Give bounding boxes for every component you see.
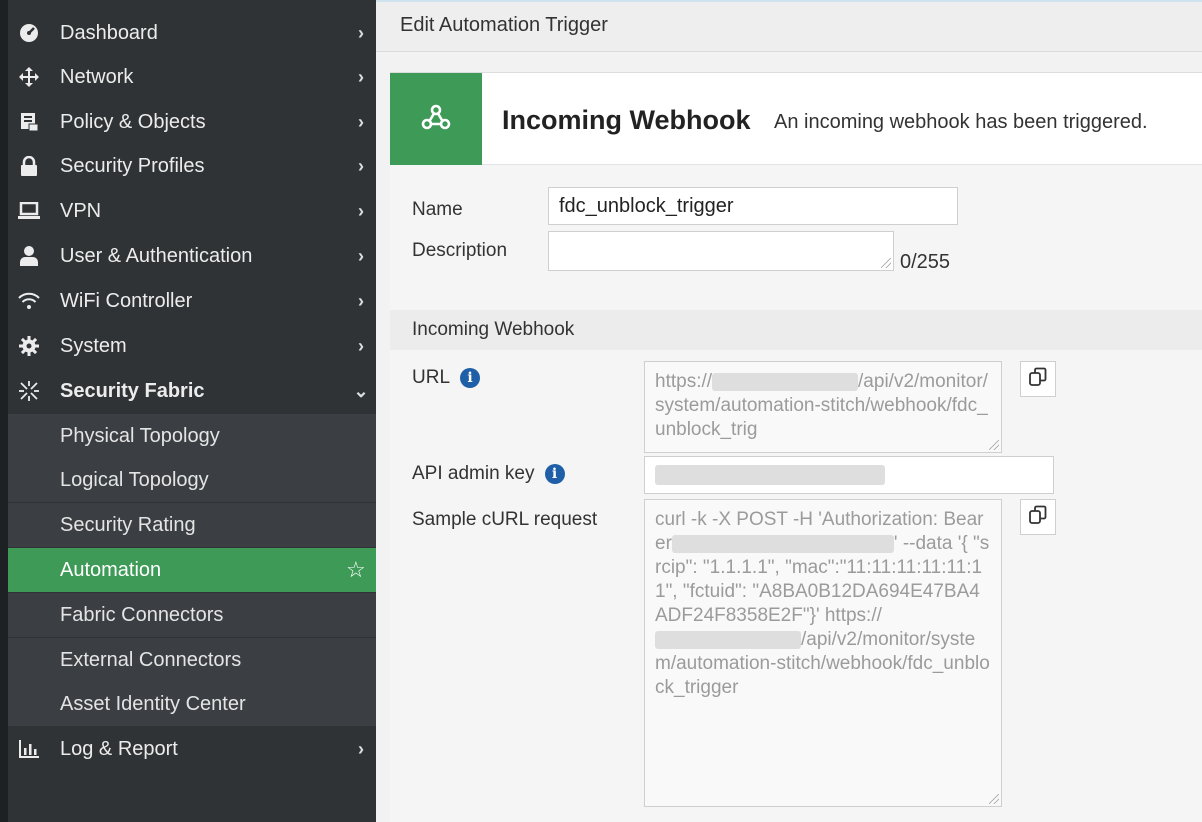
- sidebar-item-dashboard[interactable]: Dashboard ›: [8, 11, 376, 55]
- api-key-label: API admin key i: [412, 463, 565, 485]
- sidebar-item-log-report[interactable]: Log & Report ›: [8, 727, 376, 771]
- description-label: Description: [412, 240, 508, 261]
- info-icon[interactable]: i: [544, 463, 565, 484]
- sidebar-subitem-asset-identity-center[interactable]: Asset Identity Center: [8, 682, 376, 726]
- info-icon[interactable]: i: [460, 367, 481, 388]
- redacted-host: [655, 630, 801, 649]
- sidebar-subitem-label: Physical Topology: [60, 424, 220, 447]
- api-key-input[interactable]: [644, 456, 1054, 494]
- lock-icon: [18, 155, 40, 177]
- chevron-right-icon: ›: [358, 200, 364, 221]
- sidebar-subitem-label: Fabric Connectors: [60, 603, 224, 626]
- sidebar-item-user-authentication[interactable]: User & Authentication ›: [8, 234, 376, 278]
- url-label-text: URL: [412, 367, 451, 388]
- curl-textarea[interactable]: curl -k -X POST -H 'Authorization: Beare…: [644, 499, 1002, 807]
- sidebar-subitem-fabric-connectors[interactable]: Fabric Connectors: [8, 593, 376, 637]
- chevron-right-icon: ›: [358, 245, 364, 266]
- chevron-right-icon: ›: [358, 111, 364, 132]
- webhook-section-header: Incoming Webhook: [390, 310, 1202, 350]
- url-textarea[interactable]: https:///api/v2/monitor/system/automatio…: [644, 361, 1002, 453]
- description-char-count: 0/255: [900, 251, 951, 273]
- trigger-form: Name fdc_unblock_trigger Description 0/2…: [390, 165, 1202, 822]
- sidebar-subitem-label: Security Rating: [60, 513, 196, 536]
- user-icon: [18, 245, 40, 267]
- trigger-header: Incoming Webhook An incoming webhook has…: [390, 73, 1202, 165]
- api-key-label-text: API admin key: [412, 463, 535, 484]
- name-input[interactable]: fdc_unblock_trigger: [548, 187, 958, 225]
- policy-icon: [18, 111, 40, 133]
- description-textarea[interactable]: [548, 231, 894, 271]
- sidebar-item-label: Security Fabric: [60, 379, 205, 402]
- resize-handle[interactable]: [989, 794, 999, 804]
- sidebar-item-system[interactable]: System ›: [8, 324, 376, 368]
- chevron-right-icon: ›: [358, 155, 364, 176]
- curl-url-prefix: https://: [824, 605, 882, 626]
- sidebar-item-label: Policy & Objects: [60, 110, 206, 133]
- section-title: Incoming Webhook: [412, 319, 575, 340]
- sidebar-subitem-logical-topology[interactable]: Logical Topology: [8, 458, 376, 502]
- sidebar-subitem-label: Asset Identity Center: [60, 692, 246, 715]
- chart-icon: [18, 738, 40, 760]
- sidebar-item-wifi-controller[interactable]: WiFi Controller ›: [8, 279, 376, 323]
- webhook-icon: [421, 103, 451, 136]
- sidebar-subitem-label: Logical Topology: [60, 468, 209, 491]
- trigger-title: Incoming Webhook: [502, 105, 751, 135]
- name-label: Name: [412, 199, 463, 220]
- chevron-right-icon: ›: [358, 22, 364, 43]
- sidebar-item-label: VPN: [60, 199, 102, 222]
- main-content: Edit Automation Trigger Incoming Webhook…: [376, 0, 1202, 822]
- sidebar-subitem-physical-topology[interactable]: Physical Topology: [8, 414, 376, 458]
- sidebar-item-network[interactable]: Network ›: [8, 55, 376, 99]
- sidebar-subitem-external-connectors[interactable]: External Connectors: [8, 638, 376, 682]
- sidebar-item-vpn[interactable]: VPN ›: [8, 189, 376, 233]
- copy-icon: [1028, 505, 1048, 530]
- sidebar-item-label: System: [60, 334, 127, 357]
- wifi-icon: [18, 290, 40, 312]
- dashboard-icon: [18, 22, 40, 44]
- copy-curl-button[interactable]: [1020, 499, 1056, 535]
- topbar-accent-line: [376, 0, 1202, 2]
- copy-icon: [1028, 367, 1048, 392]
- trigger-description: An incoming webhook has been triggered.: [774, 111, 1148, 133]
- sidebar-subitem-label: Automation: [60, 558, 162, 581]
- sidebar-subitem-security-rating[interactable]: Security Rating: [8, 503, 376, 547]
- resize-handle[interactable]: [989, 440, 999, 450]
- sidebar-subitem-label: External Connectors: [60, 648, 242, 671]
- sidebar-item-label: Network: [60, 65, 134, 88]
- chevron-down-icon: ⌄: [353, 380, 369, 401]
- curl-label: Sample cURL request: [412, 509, 598, 530]
- redacted-api-key: [655, 465, 885, 485]
- sidebar: Dashboard › Network › Policy & Objects ›…: [0, 0, 376, 822]
- trigger-panel: Incoming Webhook An incoming webhook has…: [390, 72, 1202, 822]
- sidebar-edge: [0, 0, 8, 822]
- webhook-badge: [390, 73, 482, 165]
- laptop-icon: [18, 200, 40, 222]
- redacted-token: [671, 534, 894, 553]
- chevron-right-icon: ›: [358, 290, 364, 311]
- name-value: fdc_unblock_trigger: [559, 194, 734, 217]
- sidebar-item-label: User & Authentication: [60, 244, 253, 267]
- sidebar-item-security-profiles[interactable]: Security Profiles ›: [8, 144, 376, 188]
- chevron-right-icon: ›: [358, 335, 364, 356]
- redacted-host: [712, 372, 859, 391]
- sidebar-subitem-automation[interactable]: Automation ☆: [8, 548, 376, 592]
- sidebar-item-label: Dashboard: [60, 21, 158, 44]
- sidebar-item-policy-objects[interactable]: Policy & Objects ›: [8, 100, 376, 144]
- resize-handle[interactable]: [881, 258, 891, 268]
- copy-url-button[interactable]: [1020, 361, 1056, 397]
- sidebar-item-label: WiFi Controller: [60, 289, 193, 312]
- chevron-right-icon: ›: [358, 66, 364, 87]
- star-icon[interactable]: ☆: [346, 557, 376, 583]
- sidebar-item-label: Log & Report: [60, 737, 178, 760]
- network-icon: [18, 66, 40, 88]
- page-title: Edit Automation Trigger: [400, 14, 608, 36]
- gear-icon: [18, 335, 40, 357]
- chevron-right-icon: ›: [358, 738, 364, 759]
- url-prefix: https://: [655, 371, 713, 392]
- url-label: URL i: [412, 367, 481, 389]
- sidebar-item-security-fabric[interactable]: Security Fabric ⌄: [8, 369, 376, 413]
- sidebar-item-label: Security Profiles: [60, 154, 205, 177]
- fabric-icon: [18, 380, 40, 402]
- topbar: Edit Automation Trigger: [376, 0, 1202, 52]
